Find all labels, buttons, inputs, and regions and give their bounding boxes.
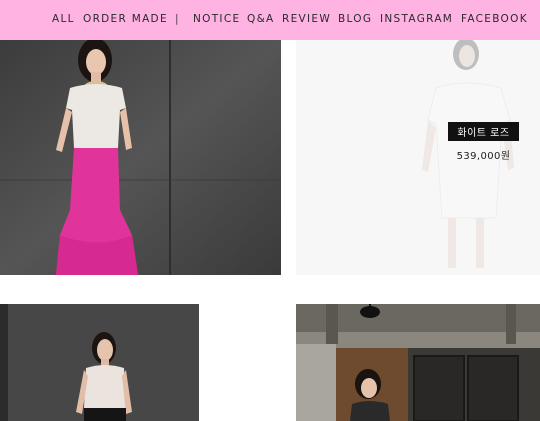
nav-review[interactable]: REVIEW bbox=[282, 12, 331, 26]
nav-notice[interactable]: NOTICE bbox=[193, 12, 240, 26]
nav-blog[interactable]: BLOG bbox=[338, 12, 372, 26]
product-tile-4[interactable] bbox=[296, 304, 540, 421]
nav-all[interactable]: ALL bbox=[52, 12, 75, 26]
product-tile-3[interactable] bbox=[0, 304, 199, 421]
nav-facebook[interactable]: FACEBOOK bbox=[461, 12, 528, 26]
product-image-4 bbox=[296, 304, 540, 421]
product-tile-1[interactable] bbox=[0, 40, 281, 275]
product-image-3 bbox=[0, 304, 199, 421]
product-name-badge[interactable]: 화이트 로즈 bbox=[448, 122, 519, 141]
product-image-1 bbox=[0, 40, 281, 275]
nav-qna[interactable]: Q&A bbox=[247, 12, 275, 26]
top-navigation-bar: ALL ORDER MADE | NOTICE Q&A REVIEW BLOG … bbox=[0, 0, 540, 40]
product-price: 539,000원 bbox=[456, 151, 511, 162]
nav-separator: | bbox=[175, 13, 180, 25]
nav-order-made[interactable]: ORDER MADE bbox=[83, 12, 168, 26]
nav-instagram[interactable]: INSTAGRAM bbox=[380, 12, 453, 26]
